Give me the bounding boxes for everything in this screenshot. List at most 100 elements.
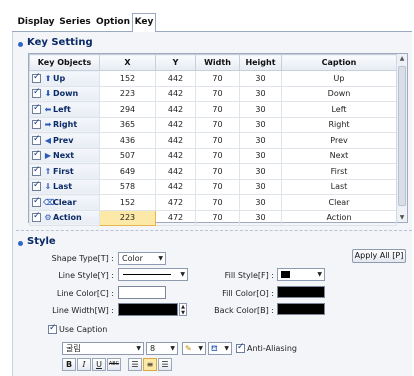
cell-width[interactable]: 70 — [195, 70, 240, 87]
table-row[interactable]: ➡Right3654427030Right — [29, 116, 397, 133]
cell-height[interactable]: 30 — [239, 70, 282, 87]
cell-caption[interactable]: Next — [281, 147, 397, 164]
key-object-cell[interactable]: ➡Right — [29, 116, 100, 133]
cell-y[interactable]: 472 — [155, 209, 196, 226]
column-header-height[interactable]: Height — [239, 54, 282, 71]
key-enabled-checkbox[interactable] — [32, 149, 41, 161]
cell-height[interactable]: 30 — [239, 209, 282, 226]
key-object-cell[interactable]: ⬆Up — [29, 70, 100, 87]
key-enabled-checkbox[interactable] — [32, 165, 41, 176]
cell-height[interactable]: 30 — [239, 101, 282, 118]
text-color-button[interactable]: ✎ ▼ — [182, 342, 206, 355]
cell-width[interactable]: 70 — [195, 194, 240, 211]
cell-width[interactable]: 70 — [195, 163, 240, 180]
checkbox-icon[interactable] — [236, 342, 245, 353]
tab-option[interactable]: Option — [94, 14, 132, 32]
key-object-cell[interactable]: ◀Prev — [29, 132, 100, 149]
align-right-button[interactable]: ☰ — [158, 358, 172, 371]
key-object-cell[interactable]: ⌫Clear — [29, 194, 100, 211]
column-header-y[interactable]: Y — [155, 54, 196, 71]
cell-x[interactable]: 436 — [99, 132, 156, 149]
cell-width[interactable]: 70 — [195, 147, 240, 164]
cell-y[interactable]: 442 — [155, 178, 196, 195]
cell-y[interactable]: 442 — [155, 116, 196, 133]
cell-x[interactable]: 152 — [99, 194, 156, 211]
italic-button[interactable]: I — [77, 358, 91, 371]
highlight-color-button[interactable]: ⛾ ▼ — [208, 342, 232, 355]
table-row[interactable]: ⇑First6494427030First — [29, 163, 397, 180]
tab-display[interactable]: Display — [16, 14, 56, 32]
cell-height[interactable]: 30 — [239, 85, 282, 102]
cell-x[interactable]: 649 — [99, 163, 156, 180]
cell-height[interactable]: 30 — [239, 132, 282, 149]
key-enabled-checkbox[interactable] — [32, 103, 41, 114]
key-object-cell[interactable]: ▶Next — [29, 147, 100, 164]
scrollbar-thumb[interactable] — [398, 66, 406, 206]
cell-height[interactable]: 30 — [239, 194, 282, 211]
cell-width[interactable]: 70 — [195, 101, 240, 118]
column-header-x[interactable]: X — [99, 54, 156, 71]
cell-width[interactable]: 70 — [195, 178, 240, 195]
table-row[interactable]: ⬇Down2234427030Down — [29, 85, 397, 102]
chevron-down-icon[interactable]: ▼ — [180, 310, 186, 316]
key-enabled-checkbox[interactable] — [32, 87, 41, 99]
cell-width[interactable]: 70 — [195, 132, 240, 149]
cell-caption[interactable]: Up — [281, 70, 397, 87]
fill-color-picker[interactable] — [277, 286, 325, 298]
key-object-cell[interactable]: ⬇Down — [29, 85, 100, 102]
cell-x[interactable]: 507 — [99, 147, 156, 164]
underline-button[interactable]: U — [92, 358, 106, 371]
table-row[interactable]: ⬅Left2944427030Left — [29, 101, 397, 118]
shape-type-dropdown[interactable]: Color ▼ — [118, 252, 166, 265]
key-enabled-checkbox[interactable] — [32, 180, 41, 192]
checkbox-icon[interactable] — [48, 323, 57, 334]
cell-x[interactable]: 365 — [99, 116, 156, 133]
cell-caption[interactable]: Last — [281, 178, 397, 195]
key-object-cell[interactable]: ⇑First — [29, 163, 100, 180]
column-header-caption[interactable]: Caption — [281, 54, 397, 71]
cell-y[interactable]: 442 — [155, 132, 196, 149]
cell-width[interactable]: 70 — [195, 209, 240, 226]
cell-caption[interactable]: First — [281, 163, 397, 180]
cell-height[interactable]: 30 — [239, 178, 282, 195]
cell-x[interactable]: 223 — [99, 85, 156, 102]
line-style-dropdown[interactable]: ▼ — [118, 268, 188, 281]
table-row[interactable]: ⇓Last5784427030Last — [29, 178, 397, 195]
back-color-picker[interactable] — [277, 303, 325, 315]
tab-series[interactable]: Series — [58, 14, 92, 32]
align-center-button[interactable]: ≡ — [143, 358, 157, 371]
cell-width[interactable]: 70 — [195, 116, 240, 133]
cell-height[interactable]: 30 — [239, 147, 282, 164]
cell-x[interactable]: 294 — [99, 101, 156, 118]
cell-y[interactable]: 442 — [155, 70, 196, 87]
key-enabled-checkbox[interactable] — [32, 134, 41, 145]
cell-caption[interactable]: Clear — [281, 194, 397, 211]
key-object-cell[interactable]: ⚙Action — [29, 209, 100, 226]
line-width-spinner[interactable] — [118, 303, 178, 316]
key-enabled-checkbox[interactable] — [32, 196, 41, 207]
cell-height[interactable]: 30 — [239, 116, 282, 133]
table-row[interactable]: ⚙Action2234727030Action — [29, 209, 397, 226]
table-row[interactable]: ⌫Clear1524727030Clear — [29, 194, 397, 211]
cell-x[interactable]: 223 — [99, 209, 156, 226]
table-row[interactable]: ▶Next5074427030Next — [29, 147, 397, 164]
grid-vertical-scrollbar[interactable]: ▲ ▼ — [396, 54, 407, 222]
cell-caption[interactable]: Left — [281, 101, 397, 118]
line-width-stepper[interactable]: ▲ ▼ — [179, 303, 187, 316]
tab-key[interactable]: Key — [132, 13, 156, 33]
strikethrough-button[interactable]: ABC — [107, 358, 121, 371]
cell-caption[interactable]: Down — [281, 85, 397, 102]
scroll-down-icon[interactable]: ▼ — [397, 214, 407, 221]
cell-y[interactable]: 442 — [155, 85, 196, 102]
use-caption-checkbox[interactable]: Use Caption — [48, 323, 107, 334]
font-name-dropdown[interactable]: 굴림 ▼ — [62, 342, 144, 355]
cell-y[interactable]: 472 — [155, 194, 196, 211]
anti-aliasing-checkbox[interactable]: Anti-Aliasing — [236, 342, 297, 353]
scroll-up-icon[interactable]: ▲ — [397, 55, 407, 62]
line-color-picker[interactable] — [118, 286, 166, 299]
key-object-cell[interactable]: ⇓Last — [29, 178, 100, 195]
cell-caption[interactable]: Action — [281, 209, 397, 226]
key-object-cell[interactable]: ⬅Left — [29, 101, 100, 118]
table-row[interactable]: ⬆Up1524427030Up — [29, 70, 397, 87]
column-header-key-objects[interactable]: Key Objects — [29, 54, 100, 71]
